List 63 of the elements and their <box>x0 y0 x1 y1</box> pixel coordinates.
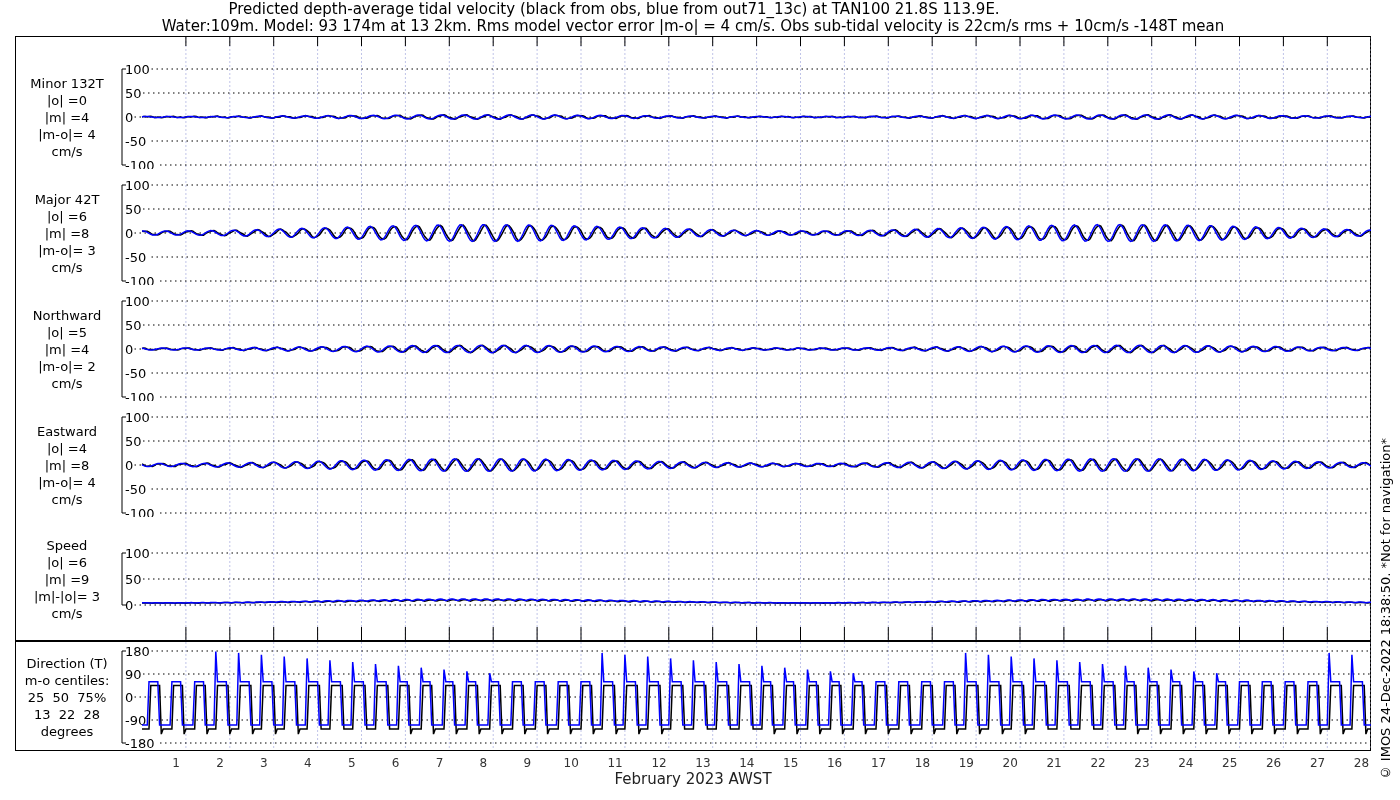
axis-tick-label: -50 <box>125 134 147 149</box>
axis-tick-label: 8 <box>479 756 488 770</box>
axis-tick-label: 17 <box>870 756 887 770</box>
axis-tick-label: 100 <box>125 62 150 77</box>
axis-tick-label: 100 <box>125 546 150 561</box>
axis-tick-label: -50 <box>125 366 147 381</box>
axis-tick-label: 0 <box>125 226 134 241</box>
axis-tick-label: 16 <box>827 756 843 770</box>
axis-tick-label: 22 <box>1090 756 1106 770</box>
axis-tick-label: 15 <box>783 756 799 770</box>
panel-label: Major 42T |o| =6 |m| =8 |m-o|= 3 cm/s <box>33 190 101 277</box>
axis-tick-label: 28 <box>1353 756 1370 770</box>
axis-tick-label: 14 <box>739 756 755 770</box>
axis-tick-label: 180 <box>125 644 150 659</box>
axis-tick-label: 50 <box>125 434 142 449</box>
axis-tick-label: 50 <box>125 572 142 587</box>
axis-tick-label: 13 <box>695 756 711 770</box>
axis-tick-label: 100 <box>125 178 150 193</box>
axis-tick-label: 9 <box>523 756 532 770</box>
axis-tick-label: 24 <box>1178 756 1194 770</box>
copyright-note: © IMOS 24-Dec-2022 18:38:50. *Not for navigation* <box>1377 437 1394 780</box>
axis-tick-label: 23 <box>1134 756 1150 770</box>
axis-tick-label: 0 <box>125 598 134 613</box>
axis-tick-label: 18 <box>914 756 931 770</box>
axis-tick-label: 12 <box>651 756 667 770</box>
axis-tick-label: -50 <box>125 482 147 497</box>
axis-tick-label: 4 <box>304 756 312 770</box>
panel-label: Minor 132T |o| =0 |m| =4 |m-o|= 4 cm/s <box>29 74 105 161</box>
axis-tick-label: 20 <box>1002 756 1018 770</box>
axis-tick-label: 0 <box>125 458 134 473</box>
axis-tick-label: 25 <box>1222 756 1238 770</box>
chart-title: Water:109m. Model: 93 174m at 13 2km. Rms model vector error |m-o| = 4 cm/s. Obs sub-tidal velocity is 22cm/s rms + 10cm/s -148T mean <box>161 18 1225 35</box>
axis-tick-label: 50 <box>125 202 142 217</box>
panel-label: Northward |o| =5 |m| =4 |m-o|= 2 cm/s <box>31 306 103 393</box>
axis-tick-label: -50 <box>125 250 147 265</box>
axis-tick-label: 1 <box>172 756 180 770</box>
axis-tick-label: 19 <box>958 756 974 770</box>
axis-tick-label: -180 <box>125 736 155 750</box>
axis-tick-label: 50 <box>125 318 142 333</box>
axis-tick-label: 50 <box>125 86 142 101</box>
axis-tick-label: 7 <box>435 756 444 770</box>
axis-tick-label: 0 <box>125 342 134 357</box>
axis-tick-label: 10 <box>563 756 579 770</box>
chart-title: Predicted depth-average tidal velocity (black from obs, blue from out71_13c) at TAN100 21.8S 113.9E. <box>228 1 1001 18</box>
axis-tick-label: 21 <box>1046 756 1062 770</box>
axis-tick-label: 3 <box>260 756 268 770</box>
axis-tick-label: 90 <box>125 667 142 682</box>
axis-tick-label: 100 <box>125 410 150 425</box>
axis-tick-label: 100 <box>125 294 150 309</box>
x-axis-label: February 2023 AWST <box>614 771 772 788</box>
panel-label: Direction (T) m-o centiles: 25 50 75% 13 22 28 degrees <box>23 654 111 741</box>
axis-tick-label: 27 <box>1309 756 1326 770</box>
y-axis-line <box>121 552 127 606</box>
axis-tick-label: 0 <box>125 690 134 705</box>
axis-tick-label: 5 <box>347 756 356 770</box>
panel-label: Speed |o| =6 |m| =9 |m|-|o|= 3 cm/s <box>32 536 102 623</box>
axis-tick-label: -90 <box>125 713 147 728</box>
axis-tick-label: 2 <box>216 756 224 770</box>
axis-tick-label: 0 <box>125 110 134 125</box>
axis-tick-label: 26 <box>1266 756 1282 770</box>
axis-tick-label: 11 <box>607 756 623 770</box>
panel-label: Eastward |o| =4 |m| =8 |m-o|= 4 cm/s <box>36 422 98 509</box>
axis-tick-label: 6 <box>391 756 400 770</box>
